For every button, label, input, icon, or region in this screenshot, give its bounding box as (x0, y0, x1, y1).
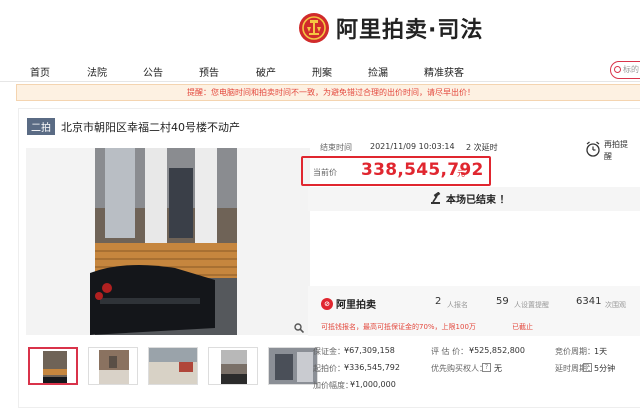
extension-count: 2 次延时 (466, 143, 498, 152)
start-price-value: ¥336,545,792 (344, 363, 400, 372)
nav-item-announcements[interactable]: 公告 (143, 64, 163, 79)
nav-item-criminal[interactable]: 刑案 (312, 64, 332, 79)
reminders-label: 人设置提醒 (514, 301, 549, 309)
round-badge: 二拍 (27, 118, 55, 135)
brand-logo: ⊘ 阿里拍卖 (321, 296, 376, 311)
search-placeholder: 标的 (623, 65, 639, 74)
atrium-car-image (26, 148, 310, 335)
deposit-label: 保证金： (313, 347, 345, 356)
site-logo[interactable]: 阿里拍卖·司法 (298, 11, 483, 45)
reminders-count: 59 (496, 296, 509, 307)
time-warning-banner: 提醒：您电脑时间和拍卖时间不一致，为避免错过合理的出价时间，请尽早出价！ (16, 84, 640, 101)
price-unit: 元 (457, 169, 465, 178)
thumbnail-image (89, 348, 137, 384)
logo-text: 阿里拍卖·司法 (336, 18, 484, 43)
page-title: 北京市朝阳区幸福二村40号楼不动产 (61, 120, 240, 134)
thumbnail-4[interactable] (208, 347, 258, 385)
signups-count: 2 (435, 296, 442, 307)
current-price-box: 当前价 338,545,792 元 (301, 156, 491, 186)
auction-page: 阿里拍卖·司法 首页 法院 公告 预告 破产 刑案 捡漏 精准获客 标的 提醒：… (0, 0, 640, 408)
thumbnail-strip (28, 347, 328, 385)
alarm-clock-icon (586, 141, 600, 157)
bidding-cycle-label: 竞价周期： (555, 347, 595, 356)
deposit-value: ¥67,309,158 (344, 346, 395, 355)
views-count: 6341 (576, 296, 602, 307)
bidding-cycle-value: 1天 (594, 347, 608, 356)
ali-auction-logo-icon: ⊘ (321, 297, 333, 310)
appraisal-value: ¥525,852,800 (469, 346, 525, 355)
priority-buyer-value: 无 (494, 364, 502, 373)
extension-cycle-value: 5分钟 (594, 364, 616, 373)
nav-item-preview[interactable]: 预告 (199, 64, 219, 79)
nav-item-home[interactable]: 首页 (30, 64, 50, 79)
thumbnail-2[interactable] (88, 347, 138, 385)
deposit-offset-status: 已截止 (512, 323, 533, 331)
thumbnail-1[interactable] (28, 347, 78, 385)
help-icon[interactable]: ? (583, 363, 592, 372)
main-nav: 首页 法院 公告 预告 破产 刑案 捡漏 精准获客 标的 (0, 60, 640, 82)
thumbnail-image (209, 348, 257, 384)
brand-text: 阿里拍卖 (336, 300, 376, 311)
thumbnail-image (30, 349, 76, 383)
start-price-label: 起拍价： (313, 364, 345, 373)
zoom-icon[interactable] (294, 323, 304, 333)
thumbnail-image (149, 348, 197, 384)
re-auction-remind-label[interactable]: 再拍提醒 (604, 139, 628, 163)
appraisal-label: 评 估 价： (431, 347, 469, 356)
priority-buyer-label: 优先购买权人： (431, 364, 487, 373)
nav-item-bankruptcy[interactable]: 破产 (256, 64, 276, 79)
thumbnail-5[interactable] (268, 347, 318, 385)
bid-increment-value: ¥1,000,000 (350, 380, 396, 389)
listing-title-row: 二拍 北京市朝阳区幸福二村40号楼不动产 (27, 118, 240, 135)
end-time-label: 结束时间 (320, 143, 352, 152)
nav-item-courts[interactable]: 法院 (87, 64, 107, 79)
gavel-icon (431, 192, 441, 204)
thumbnail-image (269, 348, 317, 384)
auction-ended-text: 本场已结束 ！ (446, 195, 510, 206)
end-time-value: 2021/11/09 10:03:14 (370, 142, 455, 151)
main-photo[interactable] (26, 148, 310, 335)
nav-item-precise-customers[interactable]: 精准获客 (424, 64, 464, 79)
signups-label: 人报名 (447, 301, 468, 309)
bid-increment-label: 加价幅度： (313, 381, 353, 390)
views-label: 次围观 (605, 301, 626, 309)
thumbnail-3[interactable] (148, 347, 198, 385)
deposit-offset-notice: 可抵钱报名，最高可抵保证金的70%，上限100万 (321, 323, 476, 331)
current-price-value: 338,545,792 (361, 160, 484, 180)
court-seal-icon (299, 13, 329, 43)
current-price-label: 当前价 (313, 168, 337, 177)
search-input[interactable]: 标的 (610, 61, 640, 79)
help-icon[interactable]: ? (482, 363, 491, 372)
search-icon (614, 66, 621, 73)
nav-item-bargains[interactable]: 捡漏 (368, 64, 388, 79)
